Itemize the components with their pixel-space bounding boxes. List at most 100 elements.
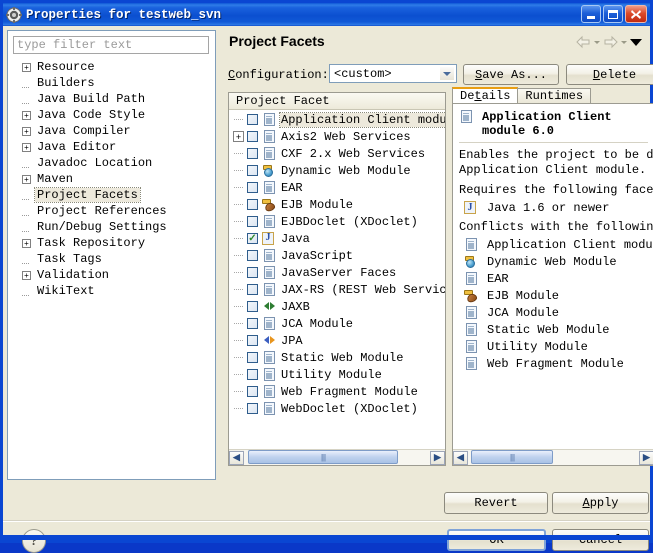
- expand-icon[interactable]: +: [22, 174, 31, 184]
- sidebar-item-maven[interactable]: + Maven: [8, 171, 215, 187]
- facet-checkbox[interactable]: [247, 250, 258, 261]
- sidebar-item-builders[interactable]: Builders: [8, 75, 215, 91]
- sidebar-item-java-build-path[interactable]: Java Build Path: [8, 91, 215, 107]
- tab-runtimes[interactable]: Runtimes: [517, 88, 592, 104]
- facet-checkbox[interactable]: [247, 131, 258, 142]
- facet-column-header: Project Facet: [229, 93, 445, 110]
- scroll-thumb[interactable]: ||||: [248, 450, 398, 464]
- scroll-thumb[interactable]: ||||: [471, 450, 553, 464]
- ejb-module-icon: [262, 198, 277, 212]
- table-row[interactable]: ✓ J Java: [229, 230, 445, 247]
- sidebar-item-project-facets[interactable]: Project Facets: [8, 187, 215, 203]
- facet-checkbox[interactable]: [247, 199, 258, 210]
- sidebar-item-task-tags[interactable]: Task Tags: [8, 251, 215, 267]
- expand-icon[interactable]: +: [22, 126, 31, 136]
- forward-dropdown-icon[interactable]: [621, 40, 627, 44]
- facet-checkbox[interactable]: ✓: [247, 233, 258, 244]
- facet-checkbox[interactable]: [247, 301, 258, 312]
- cancel-button[interactable]: Cancel: [552, 529, 649, 551]
- chevron-down-icon[interactable]: [439, 66, 455, 81]
- expand-icon[interactable]: +: [22, 142, 31, 152]
- table-row[interactable]: Utility Module: [229, 366, 445, 383]
- page-header: Project Facets: [220, 30, 650, 60]
- expand-icon[interactable]: +: [22, 238, 31, 248]
- facet-label: CXF 2.x Web Services: [281, 146, 426, 161]
- apply-button[interactable]: Apply: [552, 492, 649, 514]
- configuration-select[interactable]: <custom>: [329, 64, 457, 83]
- details-horizontal-scrollbar[interactable]: ◀ |||| ▶: [453, 449, 653, 465]
- sidebar-item-run-debug-settings[interactable]: Run/Debug Settings: [8, 219, 215, 235]
- tab-details[interactable]: De t ails: [452, 87, 519, 104]
- table-row[interactable]: Application Client module: [229, 111, 445, 128]
- scroll-track[interactable]: ||||: [468, 450, 639, 465]
- facet-checkbox[interactable]: [247, 165, 258, 176]
- save-as-button[interactable]: Save As...: [463, 64, 559, 85]
- back-dropdown-icon[interactable]: [594, 40, 600, 44]
- table-row[interactable]: Web Fragment Module: [229, 383, 445, 400]
- facet-checkbox[interactable]: [247, 114, 258, 125]
- table-row[interactable]: JavaServer Faces: [229, 264, 445, 281]
- scroll-right-button[interactable]: ▶: [639, 450, 653, 465]
- facet-horizontal-scrollbar[interactable]: ◀ |||| ▶: [229, 449, 445, 465]
- tree-line: [233, 114, 244, 125]
- tree-line: [233, 386, 244, 397]
- table-row[interactable]: JCA Module: [229, 315, 445, 332]
- table-row[interactable]: EJBDoclet (XDoclet): [229, 213, 445, 230]
- table-row[interactable]: CXF 2.x Web Services: [229, 145, 445, 162]
- sidebar-item-java-compiler[interactable]: + Java Compiler: [8, 123, 215, 139]
- minimize-button[interactable]: [581, 5, 601, 23]
- expand-icon[interactable]: +: [22, 270, 31, 280]
- delete-button[interactable]: Delete: [566, 64, 653, 85]
- forward-arrow-icon[interactable]: [603, 35, 618, 49]
- sidebar-item-java-code-style[interactable]: + Java Code Style: [8, 107, 215, 123]
- scroll-left-button[interactable]: ◀: [453, 450, 468, 465]
- facet-checkbox[interactable]: [247, 216, 258, 227]
- sidebar-item-task-repository[interactable]: + Task Repository: [8, 235, 215, 251]
- sidebar-item-java-editor[interactable]: + Java Editor: [8, 139, 215, 155]
- table-row[interactable]: JPA: [229, 332, 445, 349]
- scroll-left-button[interactable]: ◀: [229, 450, 244, 465]
- sidebar-item-javadoc-location[interactable]: Javadoc Location: [8, 155, 215, 171]
- facet-checkbox[interactable]: [247, 284, 258, 295]
- table-row[interactable]: JAXB: [229, 298, 445, 315]
- chevron-down-icon[interactable]: [630, 38, 642, 46]
- table-row[interactable]: Static Web Module: [229, 349, 445, 366]
- expand-icon[interactable]: +: [233, 131, 244, 142]
- facet-checkbox[interactable]: [247, 403, 258, 414]
- ok-button[interactable]: OK: [447, 529, 546, 551]
- help-question-icon[interactable]: ?: [22, 529, 46, 553]
- revert-button[interactable]: Revert: [444, 492, 548, 514]
- filter-input[interactable]: type filter text: [13, 36, 209, 54]
- sidebar-item-validation[interactable]: + Validation: [8, 267, 215, 283]
- maximize-button[interactable]: [603, 5, 623, 23]
- close-button[interactable]: [625, 5, 647, 23]
- facet-checkbox[interactable]: [247, 369, 258, 380]
- scroll-right-button[interactable]: ▶: [430, 450, 445, 465]
- window-bottom-edge: [3, 535, 650, 540]
- table-row[interactable]: JAX-RS (REST Web Services): [229, 281, 445, 298]
- facet-checkbox[interactable]: [247, 335, 258, 346]
- facet-checkbox[interactable]: [247, 267, 258, 278]
- facet-checkbox[interactable]: [247, 182, 258, 193]
- facet-label: JAXB: [281, 299, 310, 314]
- sidebar-item-project-references[interactable]: Project References: [8, 203, 215, 219]
- sidebar-item-resource[interactable]: + Resource: [8, 59, 215, 75]
- sidebar-item-wikitext[interactable]: WikiText: [8, 283, 215, 299]
- facet-checkbox[interactable]: [247, 386, 258, 397]
- table-row[interactable]: JavaScript: [229, 247, 445, 264]
- scroll-track[interactable]: ||||: [244, 450, 430, 465]
- back-arrow-icon[interactable]: [576, 35, 591, 49]
- facet-checkbox[interactable]: [247, 352, 258, 363]
- table-row[interactable]: EJB Module: [229, 196, 445, 213]
- document-icon: [262, 146, 276, 161]
- facet-checkbox[interactable]: [247, 318, 258, 329]
- expand-icon[interactable]: +: [22, 110, 31, 120]
- details-heading: Application Client module 6.0: [482, 110, 612, 138]
- facet-label: JavaServer Faces: [281, 265, 397, 280]
- table-row[interactable]: EAR: [229, 179, 445, 196]
- expand-icon[interactable]: +: [22, 62, 31, 72]
- table-row[interactable]: + Axis2 Web Services: [229, 128, 445, 145]
- table-row[interactable]: WebDoclet (XDoclet): [229, 400, 445, 417]
- facet-checkbox[interactable]: [247, 148, 258, 159]
- table-row[interactable]: Dynamic Web Module: [229, 162, 445, 179]
